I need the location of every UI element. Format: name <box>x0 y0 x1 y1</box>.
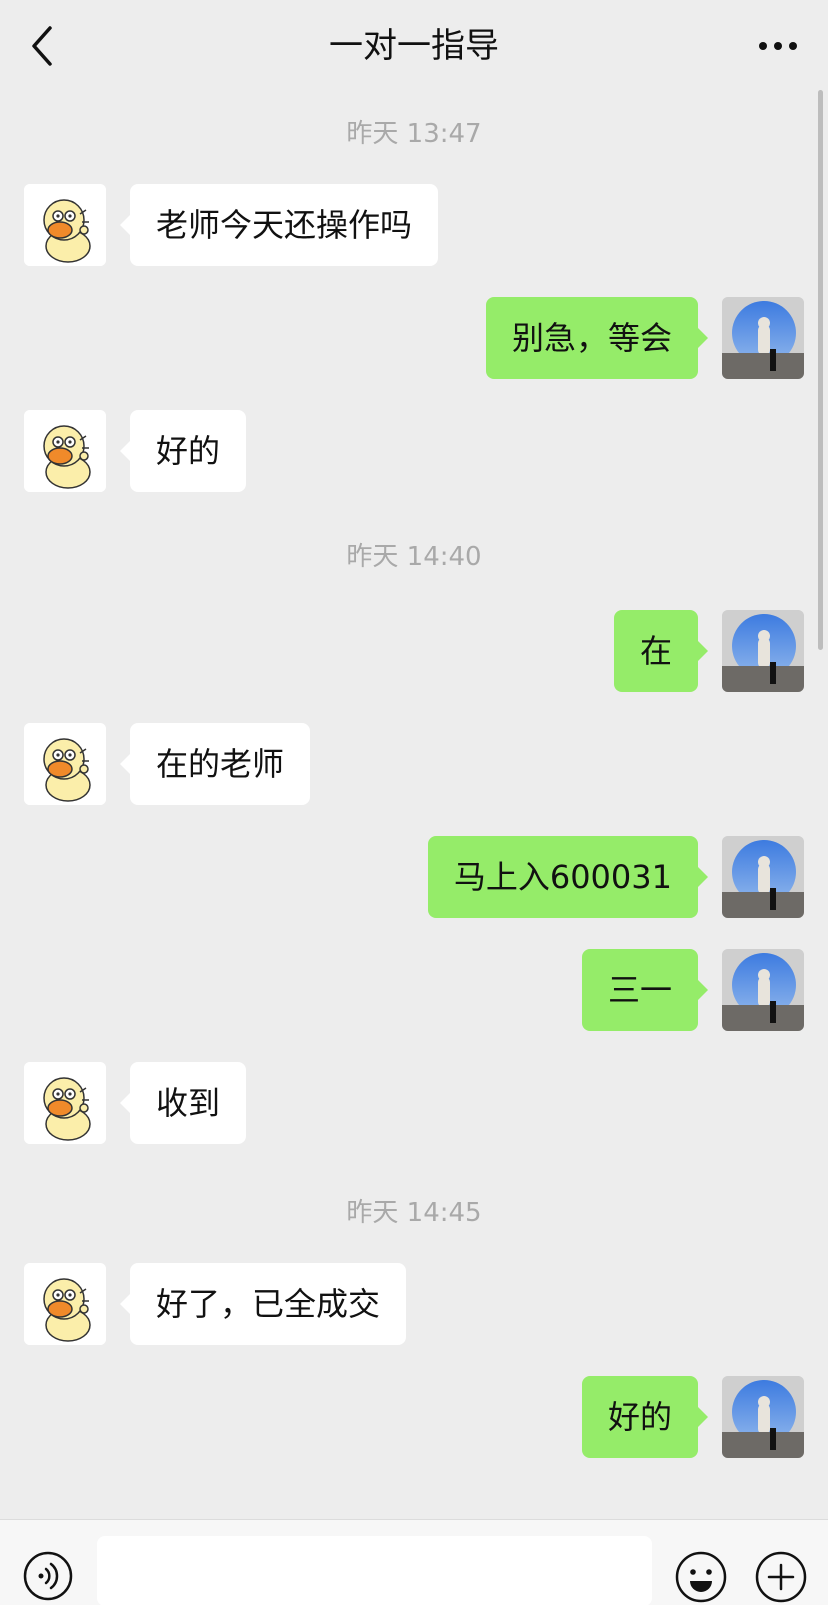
message-row-sent: 在 <box>0 610 828 692</box>
message-bubble[interactable]: 在 <box>613 610 709 692</box>
message-row-sent: 别急，等会 <box>0 297 828 379</box>
buddha-photo-avatar-icon <box>722 610 804 692</box>
contact-avatar[interactable] <box>24 723 106 805</box>
message-row-sent: 好的 <box>0 1376 828 1458</box>
duck-avatar-icon <box>24 1062 106 1144</box>
self-avatar[interactable] <box>722 610 804 692</box>
message-row-sent: 三一 <box>0 949 828 1031</box>
chat-screen: 一对一指导 昨天 13:47 老师今天还操作吗 别急，等会 好的 昨天 14:4… <box>0 0 828 1605</box>
plus-icon <box>755 1551 807 1603</box>
message-row-received: 老师今天还操作吗 <box>0 184 828 266</box>
message-row-received: 在的老师 <box>0 723 828 805</box>
buddha-photo-avatar-icon <box>722 1376 804 1458</box>
timestamp: 昨天 13:47 <box>346 119 482 149</box>
contact-avatar[interactable] <box>24 410 106 492</box>
message-row-sent: 马上入600031 <box>0 836 828 918</box>
chat-title: 一对一指导 <box>329 26 499 66</box>
contact-avatar[interactable] <box>24 1263 106 1345</box>
duck-avatar-icon <box>24 410 106 492</box>
timestamp: 昨天 14:40 <box>346 542 482 572</box>
contact-avatar[interactable] <box>24 1062 106 1144</box>
message-bubble[interactable]: 马上入600031 <box>427 836 709 918</box>
buddha-photo-avatar-icon <box>722 297 804 379</box>
more-button[interactable] <box>754 30 802 62</box>
self-avatar[interactable] <box>722 836 804 918</box>
voice-button[interactable] <box>22 1550 74 1602</box>
buddha-photo-avatar-icon <box>722 836 804 918</box>
message-bubble[interactable]: 在的老师 <box>119 723 311 805</box>
message-row-received: 好的 <box>0 410 828 492</box>
timestamp: 昨天 14:45 <box>346 1198 482 1228</box>
duck-avatar-icon <box>24 184 106 266</box>
message-bubble[interactable]: 收到 <box>119 1062 247 1144</box>
self-avatar[interactable] <box>722 1376 804 1458</box>
message-bubble[interactable]: 老师今天还操作吗 <box>119 184 439 266</box>
duck-avatar-icon <box>24 1263 106 1345</box>
plus-button[interactable] <box>754 1550 808 1604</box>
buddha-photo-avatar-icon <box>722 949 804 1031</box>
input-bar <box>0 1519 828 1605</box>
duck-avatar-icon <box>24 723 106 805</box>
message-bubble[interactable]: 好的 <box>581 1376 709 1458</box>
message-input[interactable] <box>97 1536 652 1605</box>
chat-header: 一对一指导 <box>0 0 828 92</box>
self-avatar[interactable] <box>722 297 804 379</box>
message-bubble[interactable]: 三一 <box>581 949 709 1031</box>
self-avatar[interactable] <box>722 949 804 1031</box>
message-bubble[interactable]: 好的 <box>119 410 247 492</box>
emoji-button[interactable] <box>674 1550 728 1604</box>
emoji-icon <box>675 1551 727 1603</box>
message-bubble[interactable]: 好了，已全成交 <box>119 1263 407 1345</box>
contact-avatar[interactable] <box>24 184 106 266</box>
more-dots-icon <box>759 42 797 50</box>
message-row-received: 好了，已全成交 <box>0 1263 828 1345</box>
message-row-received: 收到 <box>0 1062 828 1144</box>
voice-icon <box>23 1551 73 1601</box>
message-bubble[interactable]: 别急，等会 <box>485 297 709 379</box>
